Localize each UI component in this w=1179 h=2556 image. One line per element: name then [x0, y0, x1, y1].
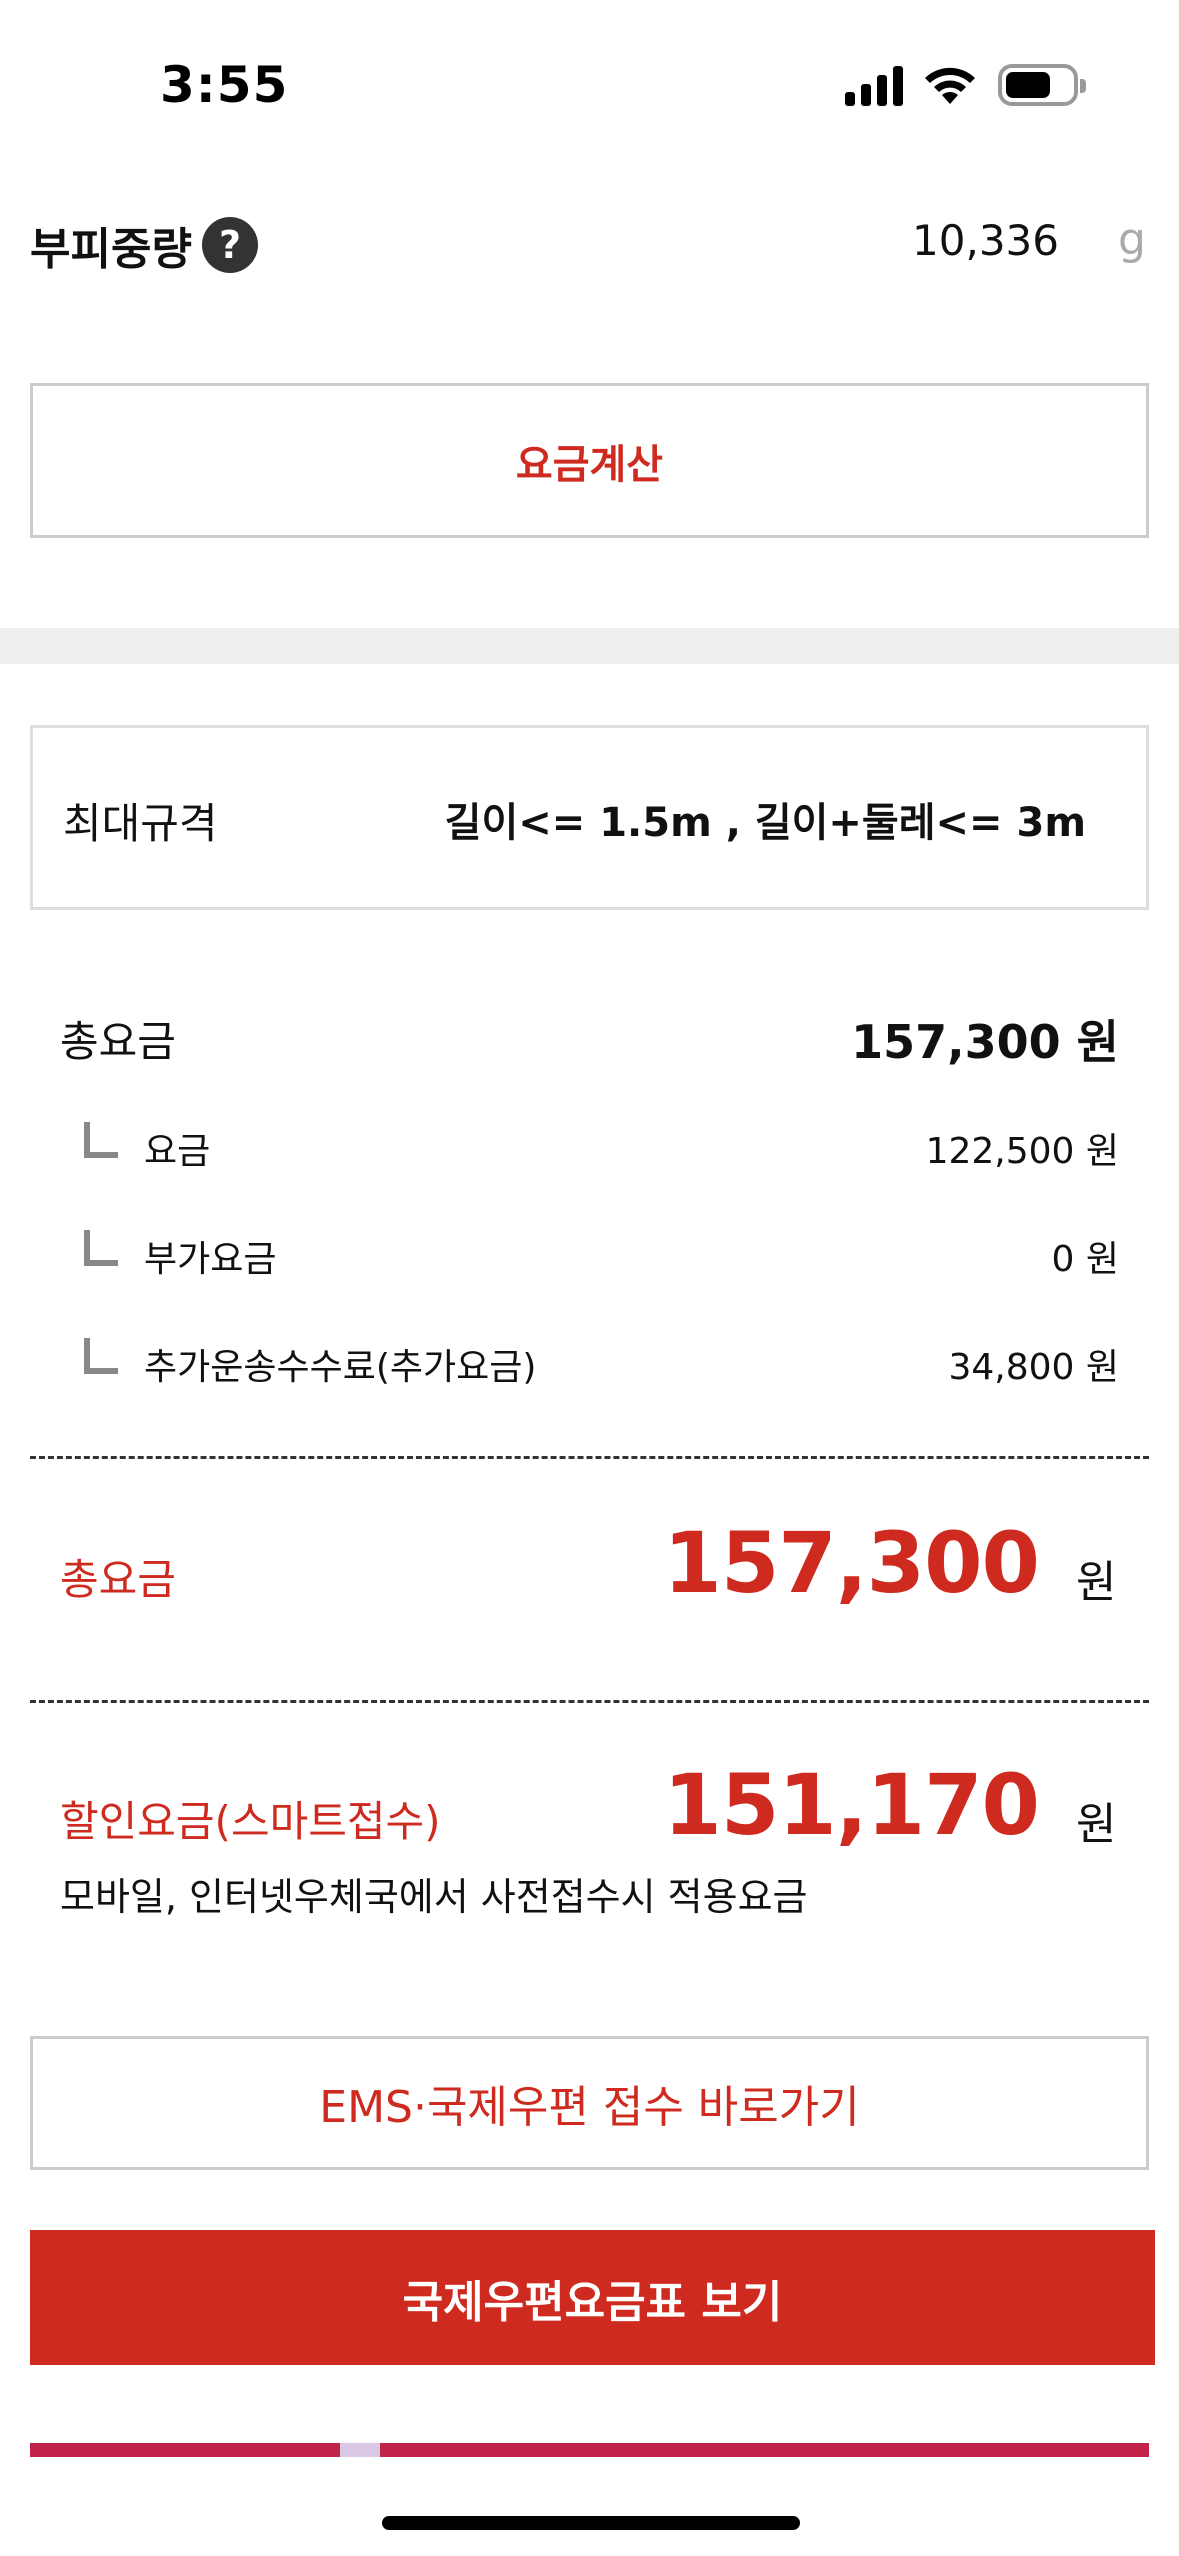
- discount-label: 할인요금(스마트접수): [60, 1797, 441, 1846]
- discount-note: 모바일, 인터넷우체국에서 사전접수시 적용요금: [60, 1875, 808, 1919]
- tree-branch-icon: [84, 1230, 118, 1266]
- max-size-box: 최대규격 길이<= 1.5m , 길이+둘레<= 3m: [30, 725, 1149, 910]
- volumetric-weight-label: 부피중량: [30, 224, 192, 275]
- max-size-value: 길이<= 1.5m , 길이+둘레<= 3m: [444, 800, 1086, 846]
- breakdown-total-label: 총요금: [60, 1017, 176, 1066]
- fee-item-value: 34,800 원: [948, 1347, 1119, 1388]
- fee-item-row: 추가운송수수료(추가요금) 34,800 원: [0, 1338, 1179, 1398]
- fee-item-row: 부가요금 0 원: [0, 1230, 1179, 1290]
- section-divider: [0, 628, 1179, 664]
- tree-branch-icon: [84, 1122, 118, 1158]
- total-unit: 원: [1076, 1557, 1117, 1608]
- cellular-signal-icon: [845, 64, 905, 106]
- volumetric-weight-unit: g: [1118, 214, 1146, 265]
- status-time: 3:55: [160, 56, 289, 114]
- fee-item-label: 요금: [144, 1131, 211, 1172]
- fee-item-label: 추가운송수수료(추가요금): [144, 1347, 537, 1388]
- promo-banner[interactable]: [30, 2443, 1149, 2457]
- banner-graphic: [340, 2443, 380, 2457]
- discount-amount: 151,170: [663, 1756, 1040, 1854]
- fee-item-value: 0 원: [1051, 1239, 1119, 1280]
- calculate-fee-button[interactable]: 요금계산: [30, 383, 1149, 538]
- battery-icon: [998, 64, 1086, 106]
- fee-item-row: 요금 122,500 원: [0, 1122, 1179, 1182]
- help-icon[interactable]: ?: [202, 217, 258, 273]
- tree-branch-icon: [84, 1338, 118, 1374]
- max-size-label: 최대규격: [63, 799, 218, 848]
- total-amount: 157,300: [663, 1514, 1040, 1612]
- home-indicator[interactable]: [382, 2516, 800, 2530]
- fee-item-label: 부가요금: [144, 1239, 277, 1280]
- breakdown-total-value: 157,300 원: [851, 1015, 1119, 1069]
- discount-unit: 원: [1076, 1799, 1117, 1850]
- status-bar: 3:55: [0, 0, 1179, 150]
- fee-item-value: 122,500 원: [925, 1131, 1119, 1172]
- total-label: 총요금: [60, 1555, 176, 1604]
- volumetric-weight-value: 10,336: [912, 216, 1059, 265]
- dashed-divider: [30, 1700, 1149, 1703]
- dashed-divider: [30, 1456, 1149, 1459]
- rate-table-button[interactable]: 국제우편요금표 보기: [30, 2230, 1155, 2365]
- wifi-icon: [925, 67, 975, 104]
- ems-application-button[interactable]: EMS·국제우편 접수 바로가기: [30, 2036, 1149, 2170]
